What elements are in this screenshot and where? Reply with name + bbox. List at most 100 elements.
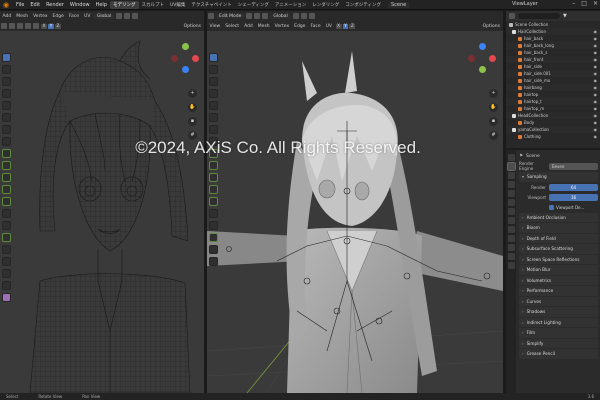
right-annotate-tool-icon[interactable] — [209, 125, 218, 134]
property-section-header[interactable]: › Indirect Lighting — [519, 317, 598, 327]
right-loop-cut-tool-icon[interactable] — [209, 197, 218, 206]
scale-tool-icon[interactable] — [2, 101, 11, 110]
proportional-icon[interactable] — [132, 13, 139, 19]
right-menu-uv[interactable]: UV — [323, 24, 334, 29]
inset-tool-icon[interactable] — [2, 173, 11, 182]
right-options-dropdown[interactable]: Options — [483, 24, 500, 29]
right-add-cube-tool-icon[interactable] — [209, 149, 218, 158]
property-section-header[interactable]: › Screen Space Reflections — [519, 254, 598, 264]
scene-selector[interactable]: Scene — [387, 1, 410, 8]
visibility-eye-icon[interactable]: ◉ — [594, 134, 598, 139]
object-tab-icon[interactable] — [507, 208, 515, 215]
right-poly-build-tool-icon[interactable] — [209, 221, 218, 230]
visibility-eye-icon[interactable]: ◉ — [594, 127, 598, 132]
filter-icon[interactable]: ▼ — [563, 13, 567, 19]
property-section-header[interactable]: › Simplify — [519, 338, 598, 348]
navigation-gizmo[interactable] — [168, 41, 202, 75]
visibility-eye-icon[interactable]: ◉ — [594, 29, 598, 34]
property-section-header[interactable]: › Grease Pencil — [519, 349, 598, 359]
view-layer-tab-icon[interactable] — [507, 181, 515, 188]
modifier-tab-icon[interactable] — [507, 217, 515, 224]
right-gizmo-z-icon[interactable] — [479, 43, 486, 50]
shrink-tool-icon[interactable] — [2, 269, 11, 278]
menu-render[interactable]: Render — [43, 2, 67, 8]
right-edge-slide-tool-icon[interactable] — [209, 257, 218, 266]
annotate-tool-icon[interactable] — [2, 125, 11, 134]
right-menu-face[interactable]: Face — [308, 24, 323, 29]
axis-z-toggle[interactable]: Z — [54, 23, 61, 29]
constraints-tab-icon[interactable] — [507, 244, 515, 251]
property-section-header[interactable]: › Film — [519, 328, 598, 338]
minimize-icon[interactable]: – — [572, 0, 575, 7]
outliner-item[interactable]: hair_back_s ◉ — [506, 49, 600, 56]
outliner-item[interactable]: hair_side ◉ — [506, 63, 600, 70]
outliner-item[interactable]: hair_back ◉ — [506, 35, 600, 42]
tab-modeling[interactable]: モデリング — [110, 0, 139, 9]
gizmo-y-icon[interactable] — [182, 43, 189, 50]
sampling-section-header[interactable]: ▾ Sampling — [519, 172, 598, 182]
right-cursor-tool-icon[interactable] — [209, 65, 218, 74]
menu-vertex[interactable]: Vertex — [31, 14, 50, 19]
viewlayer-selector[interactable]: ViewLayer — [512, 1, 538, 7]
particles-tab-icon[interactable] — [507, 226, 515, 233]
property-section-header[interactable]: › Curves — [519, 296, 598, 306]
right-smooth-tool-icon[interactable] — [209, 245, 218, 254]
maximize-icon[interactable]: □ — [581, 0, 587, 7]
outliner-item[interactable]: HeadCollection ◉ — [506, 112, 600, 119]
right-pan-icon[interactable]: ✋ — [489, 103, 498, 112]
visibility-eye-icon[interactable]: ◉ — [594, 113, 598, 118]
orientation-dropdown[interactable]: Global — [93, 13, 115, 19]
gizmo-z-icon[interactable] — [182, 66, 189, 73]
menu-file[interactable]: File — [13, 2, 27, 8]
right-rotate-tool-icon[interactable] — [209, 89, 218, 98]
tab-uv-editing[interactable]: UV編集 — [167, 1, 188, 9]
menu-window[interactable]: Window — [67, 2, 93, 8]
outliner-item[interactable]: yamaCollection ◉ — [506, 126, 600, 133]
outliner-item[interactable]: hair_back_long ◉ — [506, 42, 600, 49]
render-tab-icon[interactable] — [506, 162, 516, 171]
world-tab-icon[interactable] — [507, 199, 515, 206]
outliner-item[interactable]: Scene Collection — [506, 21, 600, 28]
right-menu-add[interactable]: Add — [242, 24, 256, 29]
property-section-header[interactable]: › Depth of Field — [519, 233, 598, 243]
right-3d-viewport[interactable]: Edit Mode Global View Select Add Mesh Ve… — [207, 11, 503, 393]
outliner-search-input[interactable] — [518, 13, 560, 19]
gizmo-neg-x-icon[interactable] — [171, 55, 178, 62]
tab-animation[interactable]: アニメーション — [272, 1, 309, 9]
tab-rendering[interactable]: レンダリング — [309, 1, 342, 9]
right-orientation-dropdown[interactable]: Global — [270, 13, 291, 19]
menu-edge[interactable]: Edge — [50, 14, 66, 19]
right-gizmo-x-icon[interactable] — [489, 55, 496, 62]
outliner-item[interactable]: hair_front ◉ — [506, 56, 600, 63]
property-section-header[interactable]: › Performance — [519, 286, 598, 296]
face-select-icon[interactable] — [262, 13, 269, 19]
poly-build-tool-icon[interactable] — [2, 221, 11, 230]
tool-tab-icon[interactable] — [507, 154, 515, 161]
property-section-header[interactable]: › Subsurface Scattering — [519, 244, 598, 254]
mode-dropdown[interactable]: Edit Mode — [216, 13, 245, 19]
right-gizmo-y-icon[interactable] — [479, 66, 486, 73]
add-cube-tool-icon[interactable] — [2, 149, 11, 158]
tab-texture-paint[interactable]: テクスチャペイント — [188, 1, 234, 9]
visibility-eye-icon[interactable]: ◉ — [594, 120, 598, 125]
visibility-eye-icon[interactable]: ◉ — [594, 64, 598, 69]
camera-icon[interactable]: ▪ — [188, 117, 197, 126]
menu-help[interactable]: Help — [93, 2, 110, 8]
select-box-tool-icon[interactable] — [2, 53, 11, 62]
bevel-tool-icon[interactable] — [2, 185, 11, 194]
viewport-denoise-checkbox[interactable]: Viewport De... — [549, 203, 598, 212]
right-snap-icon[interactable] — [300, 13, 307, 19]
zoom-icon[interactable]: + — [188, 89, 197, 98]
property-section-header[interactable]: › Motion Blur — [519, 265, 598, 275]
visibility-eye-icon[interactable]: ◉ — [594, 57, 598, 62]
right-perspective-grid-icon[interactable]: # — [489, 131, 498, 140]
right-knife-tool-icon[interactable] — [209, 209, 218, 218]
pivot-icon[interactable] — [116, 13, 123, 19]
options-dropdown[interactable]: Options — [184, 24, 201, 29]
shading-solid-icon[interactable] — [17, 23, 23, 29]
tab-shading[interactable]: シェーディング — [235, 1, 272, 9]
visibility-eye-icon[interactable]: ◉ — [594, 92, 598, 97]
right-camera-icon[interactable]: ▪ — [489, 117, 498, 126]
visibility-eye-icon[interactable]: ◉ — [594, 85, 598, 90]
shear-tool-icon[interactable] — [2, 281, 11, 290]
